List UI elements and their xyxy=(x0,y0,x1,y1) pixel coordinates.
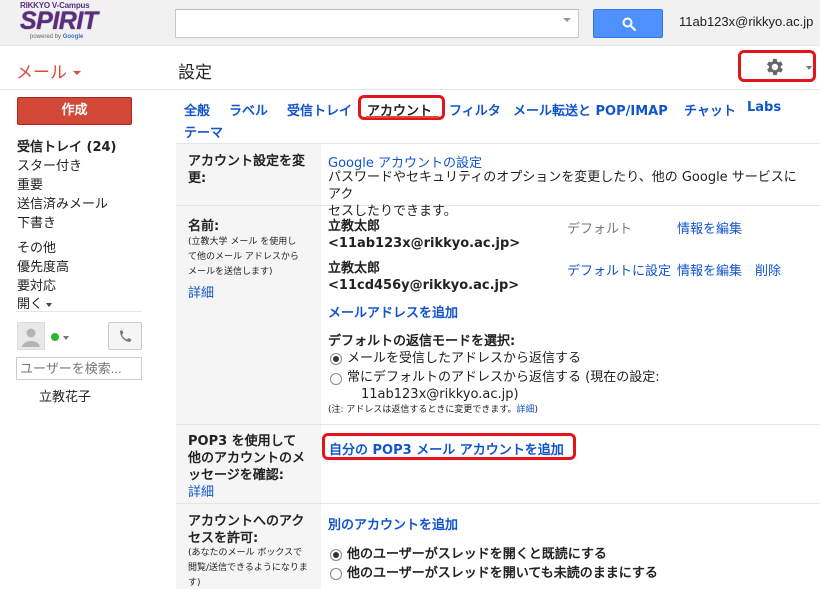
mark-read-label: 他のユーザーがスレッドを開くと既読にする xyxy=(347,547,607,562)
tab-general[interactable]: 全般 xyxy=(184,100,210,119)
default-badge: デフォルト xyxy=(567,222,633,237)
reply-mode-note: (注: アドレスは返信するときに変更できます。詳細) xyxy=(328,405,539,415)
pop3-label: POP3 を使用して 他のアカウントのメ ッセージを確認: xyxy=(188,434,306,483)
logo-powered-by: powered by Google xyxy=(30,34,84,40)
sidebar-item-starred[interactable]: スター付き xyxy=(17,155,82,174)
active-tab-indicator xyxy=(366,116,439,118)
edit-info-link-1[interactable]: 情報を編集 xyxy=(677,218,742,237)
sidebar-item-important[interactable]: 重要 xyxy=(17,174,43,193)
tab-labs[interactable]: Labs xyxy=(747,100,781,115)
tab-filters[interactable]: フィルタ xyxy=(449,100,501,119)
reply-mode-learn-more-link[interactable]: 詳細 xyxy=(517,405,535,415)
sidebar-item-priority[interactable]: 優先度高 xyxy=(17,256,69,275)
search-options-chevron-icon[interactable] xyxy=(563,18,571,22)
top-bar: RIKKYO V-Campus SPIRIT powered by Google… xyxy=(0,0,820,46)
spirit-logo[interactable]: RIKKYO V-Campus SPIRIT powered by Google xyxy=(18,1,100,43)
phone-icon xyxy=(120,330,132,342)
page-title: 設定 xyxy=(178,63,212,83)
send-as-description: (立教大学 メール を使用し て他のメール アドレスから メールを送信します) xyxy=(188,237,299,277)
tab-forwarding-pop-imap[interactable]: メール転送と POP/IMAP xyxy=(513,100,668,119)
send-as-label: 名前: xyxy=(188,219,220,234)
reply-from-received-label: メールを受信したアドレスから返信する xyxy=(347,351,582,366)
chevron-down-icon xyxy=(73,71,81,75)
tab-themes[interactable]: テーマ xyxy=(184,122,223,141)
reply-from-default-label: 常にデフォルトのアドレスから返信する (現在の設定: 11ab123x@rikky… xyxy=(347,370,660,402)
chevron-down-icon xyxy=(46,302,53,307)
grant-access-description: (あなたのメール ボックスで 閲覧/送信できるようになりま す) xyxy=(188,548,308,588)
sidebar-item-more[interactable]: 開く xyxy=(17,293,53,312)
grant-access-label: アカウントへのアク セスを許可: xyxy=(188,514,305,546)
row-divider xyxy=(176,503,820,504)
row-divider xyxy=(176,424,820,425)
add-email-address-link[interactable]: メールアドレスを追加 xyxy=(328,302,458,321)
tab-inbox[interactable]: 受信トレイ xyxy=(287,100,352,119)
chevron-down-icon[interactable] xyxy=(63,336,69,340)
reply-from-received-radio[interactable] xyxy=(330,353,342,365)
settings-gear-button[interactable] xyxy=(738,50,816,82)
chevron-down-icon xyxy=(806,66,812,70)
leave-unread-label: 他のユーザーがスレッドを開いても未読のままにする xyxy=(347,566,658,581)
sidebar-item-sent[interactable]: 送信済みメール xyxy=(17,193,108,212)
sender-address-2: <11cd456y@rikkyo.ac.jp> xyxy=(328,278,520,293)
edit-info-link-2[interactable]: 情報を編集 xyxy=(677,260,742,279)
avatar[interactable] xyxy=(17,322,45,350)
pop3-learn-more-link[interactable]: 詳細 xyxy=(188,481,214,500)
make-default-link[interactable]: デフォルトに設定 xyxy=(567,260,671,279)
search-icon xyxy=(622,17,636,31)
delete-address-link[interactable]: 削除 xyxy=(755,260,781,279)
send-as-learn-more-link[interactable]: 詳細 xyxy=(188,282,214,301)
leave-unread-radio[interactable] xyxy=(330,568,342,580)
add-another-account-link[interactable]: 別のアカウントを追加 xyxy=(328,514,458,533)
divider xyxy=(0,89,820,90)
sender-address-1: <11ab123x@rikkyo.ac.jp> xyxy=(328,236,521,251)
online-status-icon[interactable] xyxy=(51,333,59,341)
sidebar-item-other[interactable]: その他 xyxy=(17,237,56,256)
compose-button[interactable]: 作成 xyxy=(17,97,132,125)
add-pop3-account-link[interactable]: 自分の POP3 メール アカウントを追加 xyxy=(329,439,564,458)
call-phone-button[interactable] xyxy=(108,322,142,350)
account-email[interactable]: 11ab123x@rikkyo.ac.jp xyxy=(679,14,813,29)
mark-read-radio[interactable] xyxy=(330,549,342,561)
sender-name-1: 立教太郎 xyxy=(328,219,381,234)
sender-name-2: 立教太郎 xyxy=(328,261,381,276)
reply-from-default-radio[interactable] xyxy=(330,373,342,385)
divider xyxy=(16,311,142,312)
sidebar-item-action-required[interactable]: 要対応 xyxy=(17,275,56,294)
logo-title: SPIRIT xyxy=(20,7,98,35)
gear-icon xyxy=(767,58,783,76)
search-button[interactable] xyxy=(593,9,663,38)
search-input[interactable] xyxy=(175,9,579,38)
mail-app-switcher[interactable]: メール xyxy=(16,58,81,83)
account-settings-description: パスワードやセキュリティのオプションを変更したり、他の Google サービスに… xyxy=(328,170,797,219)
sidebar-item-drafts[interactable]: 下書き xyxy=(17,212,56,231)
account-settings-label: アカウント設定を変 更: xyxy=(188,154,306,186)
people-search-input[interactable] xyxy=(16,357,142,380)
sidebar-item-inbox[interactable]: 受信トレイ (24) xyxy=(17,136,117,155)
reply-mode-title: デフォルトの返信モードを選択: xyxy=(328,334,516,349)
person-icon xyxy=(22,328,40,347)
tab-chat[interactable]: チャット xyxy=(684,100,736,119)
contact-item[interactable]: 立教花子 xyxy=(39,386,91,405)
tab-labels[interactable]: ラベル xyxy=(229,100,268,119)
